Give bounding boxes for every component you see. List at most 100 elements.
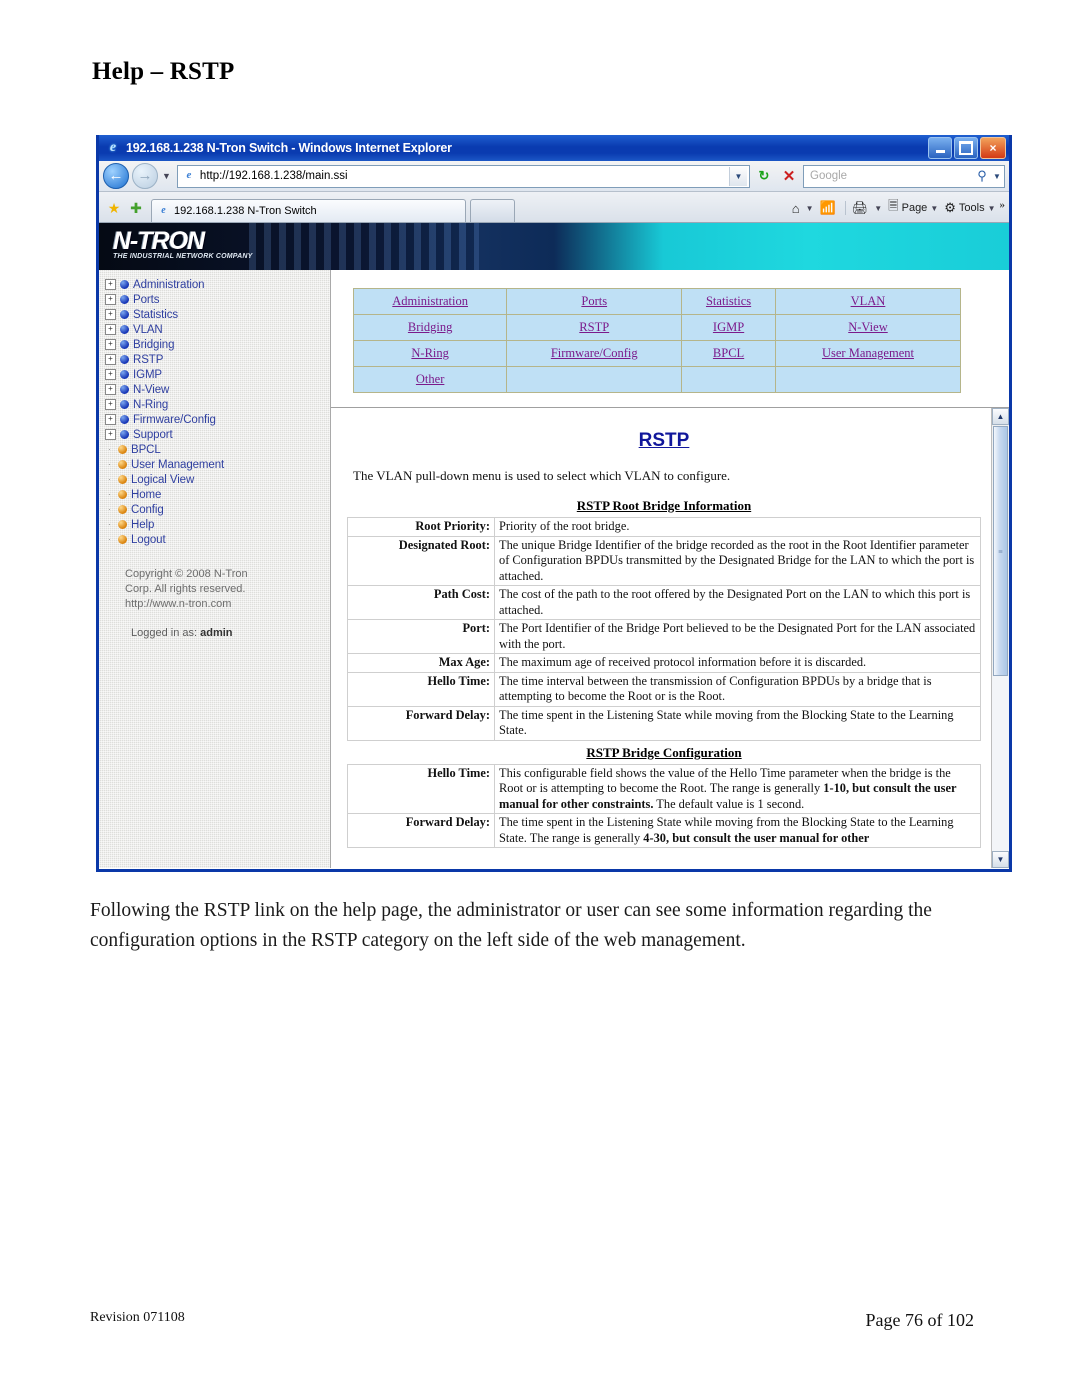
sidebar-item-n-ring[interactable]: + N-Ring [105,397,330,412]
copyright-line-1: Copyright © 2008 N-Tron [125,568,248,580]
sidebar-item-statistics[interactable]: + Statistics [105,307,330,322]
browser-title-bar: e 192.168.1.238 N-Tron Switch - Windows … [99,135,1009,161]
help-link-cell[interactable]: Administration [352,288,508,315]
help-link-cell[interactable]: VLAN [774,288,962,315]
history-dropdown-button[interactable]: ▼ [162,171,171,181]
scroll-up-button[interactable]: ▲ [992,408,1009,425]
sidebar-item-label: User Management [131,458,225,471]
sidebar-item-config[interactable]: · Config [105,502,330,517]
sidebar-item-administration[interactable]: + Administration [105,277,330,292]
help-link-administration[interactable]: Administration [392,294,468,308]
search-box[interactable]: Google ⚲ ▼ [803,164,1005,188]
sidebar-item-user-management[interactable]: · User Management [105,457,330,472]
print-button[interactable]: 🖨 ▼ [850,200,884,216]
sidebar-item-vlan[interactable]: + VLAN [105,322,330,337]
help-term-description: Priority of the root bridge. [494,517,981,537]
browser-tab-label: 192.168.1.238 N-Tron Switch [174,205,317,217]
help-link-bpcl[interactable]: BPCL [713,346,744,360]
expand-icon[interactable]: + [105,339,116,350]
sidebar-item-bpcl[interactable]: · BPCL [105,442,330,457]
help-term-description: The maximum age of received protocol inf… [494,653,981,673]
expand-icon[interactable]: + [105,414,116,425]
help-link-cell[interactable]: Firmware/Config [506,340,683,367]
minimize-button[interactable] [928,137,952,159]
rss-feed-button[interactable]: 📶 [818,200,841,216]
content-scrollbar[interactable]: ▲ ≡ ▼ [991,408,1009,868]
expand-icon[interactable]: + [105,354,116,365]
expand-icon[interactable]: + [105,399,116,410]
browser-window: e 192.168.1.238 N-Tron Switch - Windows … [96,135,1012,872]
help-link-bridging[interactable]: Bridging [408,320,452,334]
sidebar-item-igmp[interactable]: + IGMP [105,367,330,382]
add-to-favorites-icon[interactable]: ✚ [125,196,147,222]
help-link-cell[interactable]: RSTP [506,314,683,341]
ntron-website-link[interactable]: http://www.n-tron.com [125,597,330,612]
close-button[interactable]: × [980,137,1006,159]
maximize-button[interactable] [954,137,978,159]
browser-command-bar: ⌂ ▼ 📶 🖨 ▼ 🗏 Page ▼ ⚙ Tools ▼ » [790,197,1005,222]
help-link-cell[interactable]: IGMP [681,314,776,341]
expand-icon[interactable]: + [105,429,116,440]
sidebar-item-logical-view[interactable]: · Logical View [105,472,330,487]
help-link-cell[interactable]: Bridging [352,314,508,341]
overflow-chevron-icon[interactable]: » [1000,197,1006,211]
help-link-igmp[interactable]: IGMP [713,320,744,334]
expand-icon[interactable]: + [105,324,116,335]
page-menu-button[interactable]: 🗏 Page ▼ [886,197,940,219]
sidebar-item-logout[interactable]: · Logout [105,532,330,547]
help-link-cell[interactable]: BPCL [681,340,776,367]
scrollbar-track[interactable] [992,676,1009,851]
blue-bullet-icon [120,400,129,409]
help-link-cell[interactable]: N-View [774,314,962,341]
expand-icon[interactable]: + [105,384,116,395]
scroll-down-button[interactable]: ▼ [992,851,1009,868]
help-link-ports[interactable]: Ports [581,294,607,308]
help-link-user-management[interactable]: User Management [822,346,914,360]
sidebar-item-home[interactable]: · Home [105,487,330,502]
address-bar[interactable]: e http://192.168.1.238/main.ssi ▼ [176,164,750,188]
search-input[interactable]: Google [804,170,971,182]
sidebar-item-support[interactable]: + Support [105,427,330,442]
expand-icon[interactable]: + [105,294,116,305]
help-link-n-ring[interactable]: N-Ring [411,346,449,360]
address-dropdown-icon[interactable]: ▼ [729,166,747,186]
help-link-other[interactable]: Other [416,372,444,386]
expand-icon[interactable]: + [105,309,116,320]
expand-icon[interactable]: + [105,279,116,290]
search-icon[interactable]: ⚲ [971,168,993,184]
search-provider-dropdown-icon[interactable]: ▼ [993,172,1004,181]
browser-tab-new[interactable] [470,199,515,222]
help-link-statistics[interactable]: Statistics [706,294,751,308]
help-link-firmware-config[interactable]: Firmware/Config [551,346,638,360]
home-button[interactable]: ⌂ ▼ [790,201,816,216]
sidebar-item-bridging[interactable]: + Bridging [105,337,330,352]
favorites-star-icon[interactable]: ★ [103,196,125,222]
sidebar-item-ports[interactable]: + Ports [105,292,330,307]
forward-button[interactable]: → [132,163,158,189]
help-link-cell [681,366,776,393]
help-link-cell[interactable]: Statistics [681,288,776,315]
browser-tab-active[interactable]: e 192.168.1.238 N-Tron Switch [151,199,466,222]
blue-bullet-icon [120,340,129,349]
stop-button[interactable]: ✕ [778,165,800,187]
sidebar-item-help[interactable]: · Help [105,517,330,532]
scrollbar-thumb[interactable]: ≡ [993,426,1008,676]
help-link-cell[interactable]: User Management [774,340,962,367]
gear-icon: ⚙ [944,200,956,215]
tools-menu-button[interactable]: ⚙ Tools ▼ [942,200,997,216]
help-link-cell[interactable]: Ports [506,288,683,315]
help-link-vlan[interactable]: VLAN [851,294,886,308]
expand-icon[interactable]: + [105,369,116,380]
help-term-description: The time spent in the Listening State wh… [494,705,981,741]
sidebar-item-firmware-config[interactable]: + Firmware/Config [105,412,330,427]
logged-in-label: Logged in as: [131,627,198,639]
help-link-cell[interactable]: Other [352,366,508,393]
help-link-cell[interactable]: N-Ring [352,340,508,367]
sidebar-item-rstp[interactable]: + RSTP [105,352,330,367]
refresh-button[interactable]: ↻ [753,165,775,187]
back-button[interactable]: ← [103,163,129,189]
help-link-rstp[interactable]: RSTP [579,320,609,334]
help-link-n-view[interactable]: N-View [848,320,888,334]
page-title: Help – RSTP [92,58,235,85]
sidebar-item-n-view[interactable]: + N-View [105,382,330,397]
